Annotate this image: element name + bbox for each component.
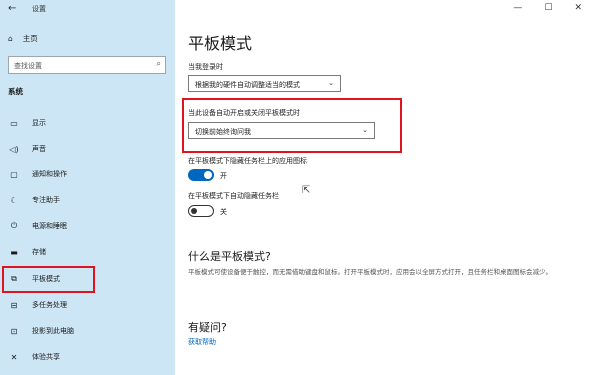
sidebar-item-label: 声音: [32, 145, 46, 153]
sidebar-item-label: 专注助手: [32, 196, 60, 204]
hide-taskbar-state: 关: [220, 208, 227, 216]
sidebar-item-label: 通知和操作: [32, 170, 67, 178]
main-content: — ☐ ✕ 平板模式 当我登录时 根据我的硬件自动调整适当的模式 ⌄ 当此设备自…: [175, 0, 592, 375]
search-input[interactable]: 查找设置 ⌕: [8, 56, 166, 74]
search-icon[interactable]: ⌕: [157, 59, 161, 69]
what-is-title: 什么是平板模式?: [188, 250, 271, 263]
sidebar-item-storage[interactable]: ▬ 存储: [0, 243, 175, 261]
sidebar-item-multitasking[interactable]: ⊟ 多任务处理: [0, 296, 175, 314]
sidebar-item-focus[interactable]: ☾ 专注助手: [0, 191, 175, 209]
moon-icon: ☾: [10, 195, 18, 205]
signin-label: 当我登录时: [188, 63, 223, 71]
storage-icon: ▬: [10, 247, 18, 257]
hide-taskbar-label: 在平板模式下自动隐藏任务栏: [188, 192, 279, 200]
hide-icons-toggle[interactable]: [188, 169, 214, 181]
sidebar-item-label: 投影到此电脑: [32, 327, 74, 335]
chevron-down-icon: ⌄: [362, 126, 368, 134]
hide-icons-label: 在平板模式下隐藏任务栏上的应用图标: [188, 157, 307, 165]
chevron-down-icon: ⌄: [328, 79, 334, 87]
monitor-icon: ▭: [10, 118, 18, 128]
mouse-cursor-icon: ⇱: [302, 185, 311, 196]
autoswitch-dropdown[interactable]: 切换前始终询问我 ⌄: [188, 122, 375, 139]
speaker-icon: ◁): [9, 144, 19, 154]
sidebar-item-label: 多任务处理: [32, 301, 67, 309]
sidebar-item-label: 体验共享: [32, 353, 60, 361]
question-title: 有疑问?: [188, 321, 227, 334]
sidebar-item-display[interactable]: ▭ 显示: [0, 114, 175, 132]
signin-value: 根据我的硬件自动调整适当的模式: [195, 81, 300, 89]
close-icon[interactable]: ✕: [574, 3, 582, 13]
sidebar-item-notifications[interactable]: ▢ 通知和操作: [0, 165, 175, 183]
sidebar-item-label: 显示: [32, 119, 46, 127]
sidebar-item-power[interactable]: ⏻ 电源和睡眠: [0, 217, 175, 235]
signin-dropdown[interactable]: 根据我的硬件自动调整适当的模式 ⌄: [188, 75, 341, 92]
hide-taskbar-toggle[interactable]: [188, 205, 214, 217]
hide-icons-state: 开: [220, 172, 227, 180]
section-title: 系统: [8, 87, 23, 96]
back-arrow-icon[interactable]: ←: [8, 3, 16, 14]
autoswitch-value: 切换前始终询问我: [195, 128, 251, 136]
home-nav[interactable]: ⌂ 主页: [8, 33, 38, 44]
minimize-icon[interactable]: —: [513, 3, 522, 13]
title-bar: ← 设置: [0, 0, 175, 20]
what-is-description: 平板模式可使设备便于触控，而无需借助键盘和鼠标。打开平板模式时，应用会以全屏方式…: [188, 268, 552, 276]
project-icon: ⊡: [10, 326, 18, 336]
power-icon: ⏻: [10, 221, 18, 230]
sidebar-item-sound[interactable]: ◁) 声音: [0, 140, 175, 158]
sidebar-item-shared-experiences[interactable]: ✕ 体验共享: [0, 348, 175, 366]
home-label: 主页: [22, 34, 38, 43]
notification-icon: ▢: [10, 169, 18, 179]
autoswitch-label: 当此设备自动开启或关闭平板模式时: [188, 109, 300, 117]
maximize-icon[interactable]: ☐: [544, 3, 552, 13]
app-title: 设置: [32, 5, 46, 13]
page-title: 平板模式: [188, 34, 253, 53]
home-icon: ⌂: [8, 34, 13, 43]
search-placeholder: 查找设置: [14, 62, 42, 70]
sidebar-item-projecting[interactable]: ⊡ 投影到此电脑: [0, 322, 175, 340]
selection-highlight: [2, 266, 95, 293]
help-link[interactable]: 获取帮助: [188, 337, 216, 347]
multitask-icon: ⊟: [10, 300, 18, 310]
share-icon: ✕: [10, 352, 18, 362]
window-controls: — ☐ ✕: [513, 3, 582, 13]
sidebar-item-label: 电源和睡眠: [32, 222, 67, 230]
sidebar-item-label: 存储: [32, 248, 46, 256]
sidebar: ← 设置 ⌂ 主页 查找设置 ⌕ 系统 ▭ 显示 ◁) 声音 ▢ 通知和操作 ☾…: [0, 0, 175, 375]
